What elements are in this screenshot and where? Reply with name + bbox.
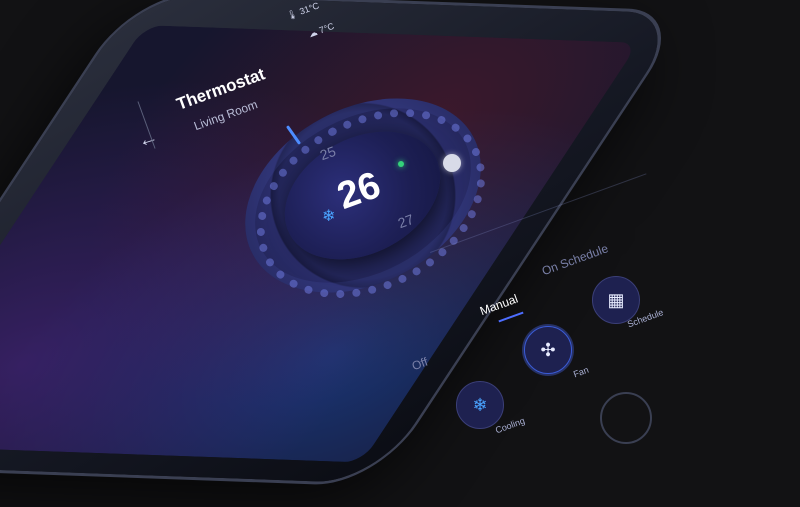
home-button[interactable] — [600, 392, 652, 444]
tab-off[interactable]: Off — [410, 355, 430, 374]
thermometer-icon: 🌡 — [285, 8, 300, 22]
calendar-icon: ▦ — [607, 289, 625, 310]
snowflake-icon: ❄ — [472, 394, 488, 415]
fan-label: Fan — [572, 364, 591, 380]
cloud-icon: ☁ — [307, 26, 319, 40]
app-content: 🌡 31°C ☁ 7°C ← Thermostat Living Room 25… — [0, 0, 800, 444]
cooling-button[interactable]: ❄ — [456, 381, 504, 429]
fan-icon: ✣ — [540, 339, 556, 360]
active-indicator-dot — [398, 161, 404, 167]
indoor-temp-status: 🌡 31°C — [285, 0, 321, 22]
dial-handle[interactable] — [443, 154, 461, 172]
outdoor-temp-status: ☁ 7°C — [307, 20, 336, 40]
snowflake-icon: ❄ — [322, 208, 336, 225]
tab-on-schedule[interactable]: On Schedule — [540, 241, 610, 278]
fan-button[interactable]: ✣ — [524, 326, 572, 374]
tab-active-underline — [498, 311, 524, 323]
